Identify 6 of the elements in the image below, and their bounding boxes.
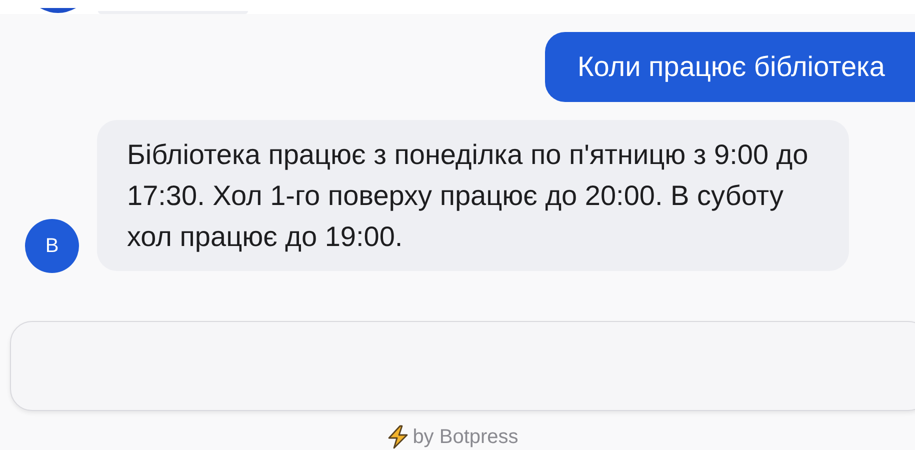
- bot-message: Бібліотека працює з понеділка по п'ятницю з 9:00 до 17:30. Хол 1-го поверху працює до 20:00. В суботу хол працює до 19:00.: [97, 120, 849, 271]
- lightning-icon: [386, 425, 409, 449]
- powered-by-text: by Botpress: [412, 426, 518, 448]
- bot-avatar: B: [25, 219, 79, 273]
- message-input-field[interactable]: [10, 321, 915, 411]
- user-message: Коли працює бібліотека: [545, 32, 915, 102]
